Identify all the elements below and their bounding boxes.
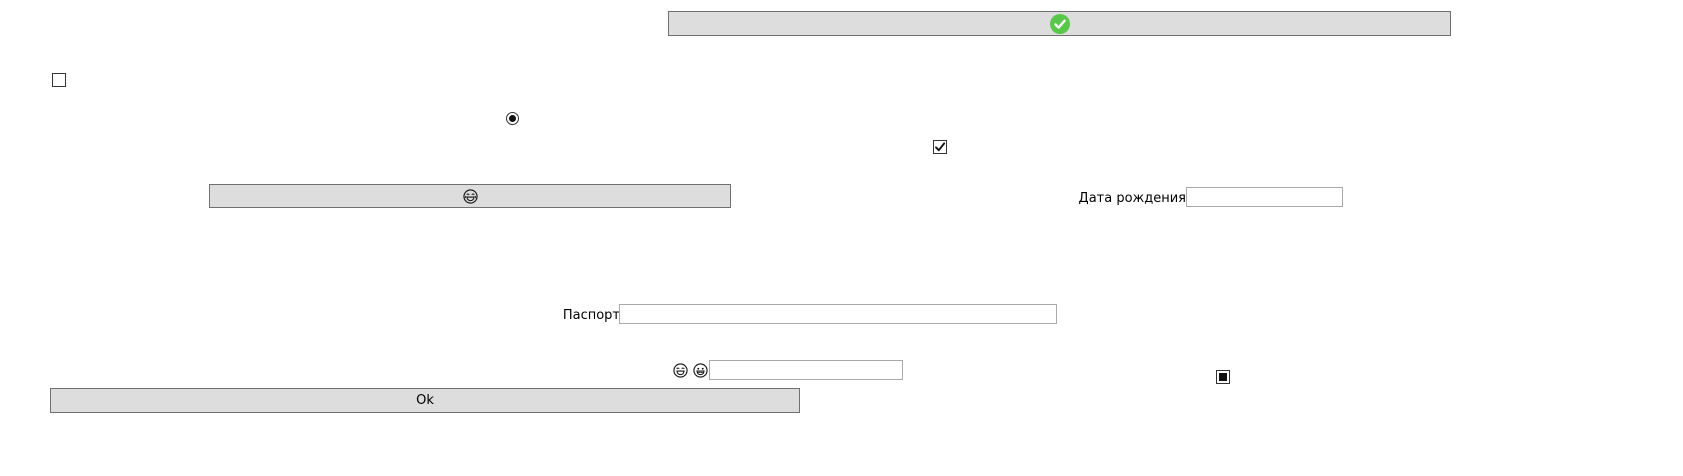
checkbox-indeterminate[interactable] bbox=[1216, 370, 1230, 384]
confirm-icon-button[interactable] bbox=[668, 11, 1451, 36]
laughing-face-icon bbox=[673, 363, 688, 378]
birth-date-input[interactable] bbox=[1186, 187, 1343, 207]
ok-button[interactable]: Ok bbox=[50, 388, 800, 413]
radio-button-selected[interactable] bbox=[506, 112, 519, 125]
passport-label: Паспорт bbox=[562, 308, 620, 323]
passport-input[interactable] bbox=[619, 304, 1057, 324]
checkbox-unchecked[interactable] bbox=[52, 73, 66, 87]
checkbox-checked[interactable] bbox=[933, 140, 947, 154]
birth-date-label: Дата рождения bbox=[1078, 191, 1186, 206]
laughing-face-icon bbox=[462, 188, 478, 204]
emoji-button[interactable] bbox=[209, 184, 731, 208]
check-circle-icon bbox=[1049, 13, 1070, 34]
checkmark-icon bbox=[935, 142, 946, 152]
grinning-face-icon bbox=[693, 363, 708, 378]
emoji-text-input[interactable] bbox=[709, 360, 903, 380]
indeterminate-fill bbox=[1219, 373, 1227, 381]
radio-selected-dot bbox=[509, 115, 516, 122]
